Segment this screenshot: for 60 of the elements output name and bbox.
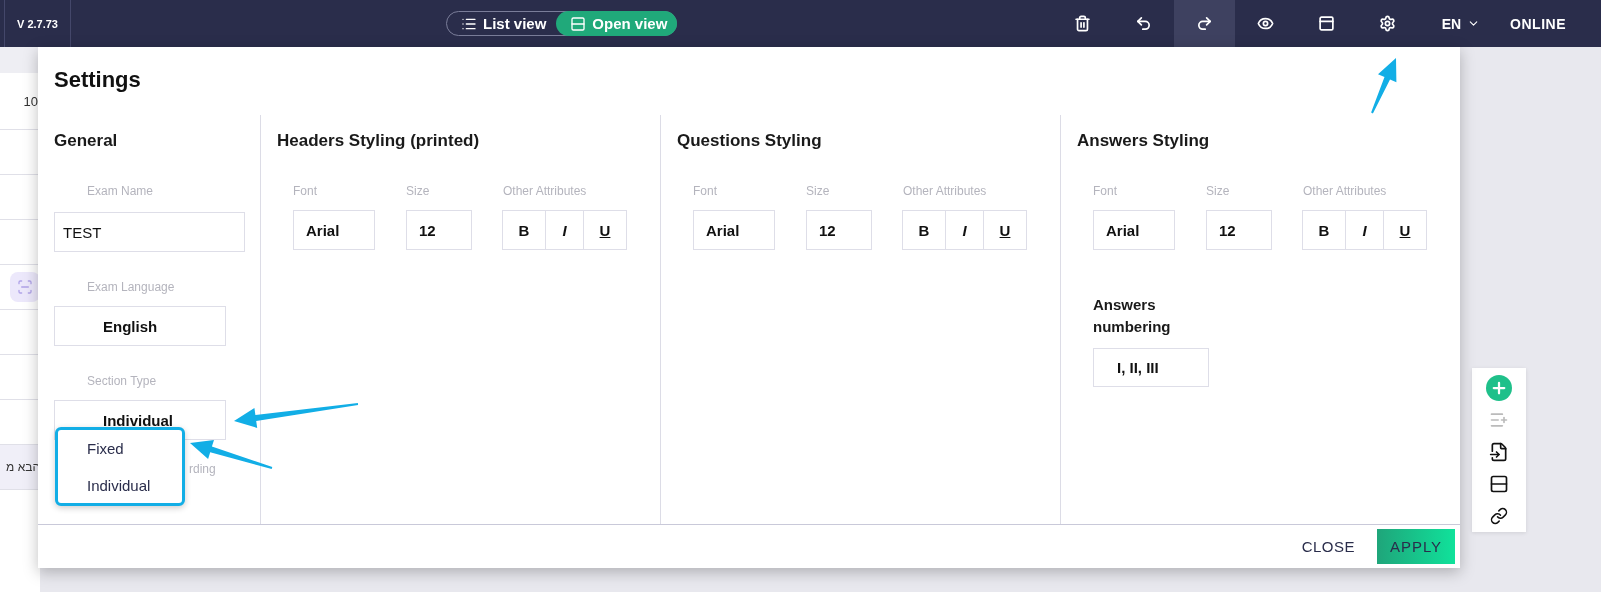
field-label: Font <box>1093 184 1118 198</box>
format-button[interactable]: U <box>1383 210 1427 250</box>
field-label: Other Attributes <box>1303 184 1388 198</box>
language-menu[interactable]: EN <box>1435 14 1487 33</box>
size-field[interactable]: 12 <box>1206 210 1272 250</box>
link-icon <box>1490 507 1508 525</box>
section-title: Headers Styling (printed) <box>277 131 481 151</box>
format-button[interactable]: I <box>945 210 984 250</box>
row-number: 10 <box>23 93 39 109</box>
apply-button[interactable]: APPLY <box>1377 529 1455 564</box>
format-button[interactable]: B <box>1302 210 1346 250</box>
scan-icon <box>17 279 33 295</box>
select-field[interactable]: English <box>54 306 226 346</box>
dropdown-option[interactable]: Fixed <box>87 439 182 457</box>
annotation-arrow <box>1371 58 1397 114</box>
status-label: ONLINE <box>1510 15 1566 32</box>
section-title: General <box>54 131 119 151</box>
field-label: Font <box>693 184 718 198</box>
dropdown-option[interactable]: Individual <box>87 476 182 494</box>
font-field[interactable]: Arial <box>293 210 375 250</box>
view-tab[interactable]: List view <box>447 11 557 36</box>
file-icon <box>1489 442 1509 462</box>
rows-icon <box>1489 474 1509 494</box>
cards-icon <box>570 15 587 32</box>
field-label: Size <box>806 184 831 198</box>
text-field[interactable]: TEST <box>54 212 245 252</box>
field-label: Exam Name <box>87 184 155 198</box>
field-label: Section Type <box>87 374 158 388</box>
plus-icon <box>1486 375 1512 401</box>
field-label: Size <box>406 184 431 198</box>
field-label: Other Attributes <box>503 184 588 198</box>
font-field[interactable]: Arial <box>693 210 775 250</box>
dialog-title: Settings <box>54 67 141 94</box>
font-field[interactable]: Arial <box>1093 210 1175 250</box>
redo-icon <box>1195 15 1213 32</box>
size-field[interactable]: 12 <box>806 210 872 250</box>
format-button[interactable]: I <box>545 210 584 250</box>
list-plus-icon <box>1489 410 1509 430</box>
field-label: Size <box>1206 184 1231 198</box>
eye-icon <box>1256 15 1274 32</box>
browser-window-icon <box>1317 15 1335 32</box>
undo-icon <box>1134 15 1152 32</box>
size-field[interactable]: 12 <box>406 210 472 250</box>
table-header <box>0 47 40 73</box>
field-label: rding <box>189 462 217 476</box>
format-button[interactable]: B <box>502 210 546 250</box>
format-button[interactable]: U <box>583 210 627 250</box>
field-label: Answers numbering <box>1093 295 1172 337</box>
format-button[interactable]: B <box>902 210 946 250</box>
field-label: Font <box>293 184 318 198</box>
format-button[interactable]: I <box>1345 210 1384 250</box>
section-title: Questions Styling <box>677 131 823 151</box>
settings-icon <box>1378 15 1396 32</box>
format-button[interactable]: U <box>983 210 1027 250</box>
field-label: Other Attributes <box>903 184 988 198</box>
section-title: Answers Styling <box>1077 131 1211 151</box>
close-button[interactable]: CLOSE <box>1295 537 1361 556</box>
field-label: Exam Language <box>87 280 176 294</box>
trash-icon <box>1073 15 1091 32</box>
select-field[interactable]: I, II, III <box>1093 348 1209 387</box>
